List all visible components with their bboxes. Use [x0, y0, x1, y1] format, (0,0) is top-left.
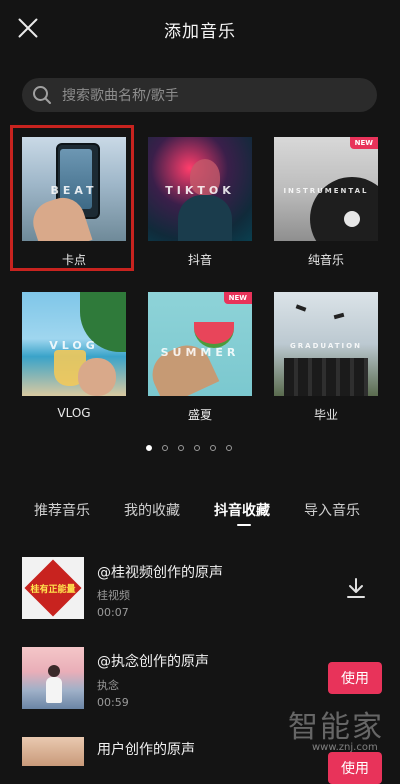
- use-button[interactable]: 使用: [328, 662, 382, 694]
- song-title[interactable]: 用户创作的原声: [97, 739, 195, 759]
- song-artist: 执念: [97, 679, 119, 692]
- download-icon[interactable]: [344, 576, 368, 600]
- category-label: VLOG: [57, 406, 91, 420]
- category-label: 抖音: [187, 253, 212, 267]
- tab-favorites[interactable]: 我的收藏: [124, 500, 180, 520]
- category-label: 盛夏: [187, 408, 212, 422]
- song-cover[interactable]: [22, 737, 84, 766]
- song-cover-text: 桂有正能量: [30, 585, 76, 595]
- category-overlay-summer: SUMMER: [160, 346, 240, 359]
- carousel-pagination: [146, 445, 232, 451]
- use-button[interactable]: 使用: [328, 752, 382, 784]
- song-title[interactable]: @桂视频创作的原声: [97, 562, 223, 582]
- category-overlay-beat: BEAT: [50, 184, 98, 197]
- page-dot[interactable]: [210, 445, 216, 451]
- new-badge: NEW: [349, 137, 378, 149]
- category-overlay-tiktok: TIKTOK: [165, 184, 235, 197]
- page-title: 添加音乐: [164, 22, 236, 42]
- page-dot[interactable]: [146, 445, 152, 451]
- song-duration: 00:59: [97, 696, 129, 709]
- search-input[interactable]: 搜索歌曲名称/歌手: [22, 78, 377, 112]
- new-badge: NEW: [223, 292, 252, 304]
- watermark-logo: 智能家: [288, 710, 384, 745]
- category-card-vlog[interactable]: VLOG VLOG: [22, 292, 126, 420]
- page-dot[interactable]: [226, 445, 232, 451]
- song-cover[interactable]: 桂有正能量: [22, 557, 84, 619]
- category-thumb-vlog: VLOG: [22, 292, 126, 396]
- page-dot[interactable]: [194, 445, 200, 451]
- category-thumb-instrumental: INSTRUMENTAL NEW: [274, 137, 378, 241]
- category-card-graduation[interactable]: GRADUATION 毕业: [274, 292, 378, 423]
- category-overlay-vlog: VLOG: [49, 339, 99, 352]
- category-overlay-instrumental: INSTRUMENTAL: [283, 187, 369, 195]
- song-duration: 00:07: [97, 606, 129, 619]
- category-label: 毕业: [313, 408, 338, 422]
- song-artist: 桂视频: [97, 589, 130, 602]
- tab-douyin-favorites[interactable]: 抖音收藏: [214, 500, 270, 520]
- category-label: 纯音乐: [307, 253, 344, 267]
- category-card-summer[interactable]: SUMMER NEW 盛夏: [148, 292, 252, 423]
- category-thumb-summer: SUMMER NEW: [148, 292, 252, 396]
- category-card-tiktok[interactable]: TIKTOK 抖音: [148, 137, 252, 268]
- tab-import-music[interactable]: 导入音乐: [304, 500, 360, 520]
- active-tab-indicator: [237, 524, 251, 526]
- category-label: 卡点: [61, 253, 86, 267]
- category-thumb-tiktok: TIKTOK: [148, 137, 252, 241]
- song-title[interactable]: @执念创作的原声: [97, 651, 209, 671]
- category-thumb-beat: BEAT: [22, 137, 126, 241]
- page-dot[interactable]: [178, 445, 184, 451]
- search-placeholder: 搜索歌曲名称/歌手: [62, 88, 179, 104]
- category-card-beat[interactable]: BEAT 卡点: [22, 137, 126, 268]
- search-icon: [33, 86, 51, 104]
- tab-recommended[interactable]: 推荐音乐: [34, 500, 90, 520]
- page-dot[interactable]: [162, 445, 168, 451]
- watermark-url: www.znj.com: [312, 742, 378, 753]
- category-card-instrumental[interactable]: INSTRUMENTAL NEW 纯音乐: [274, 137, 378, 268]
- category-thumb-graduation: GRADUATION: [274, 292, 378, 396]
- song-cover[interactable]: [22, 647, 84, 709]
- category-overlay-graduation: GRADUATION: [290, 342, 362, 350]
